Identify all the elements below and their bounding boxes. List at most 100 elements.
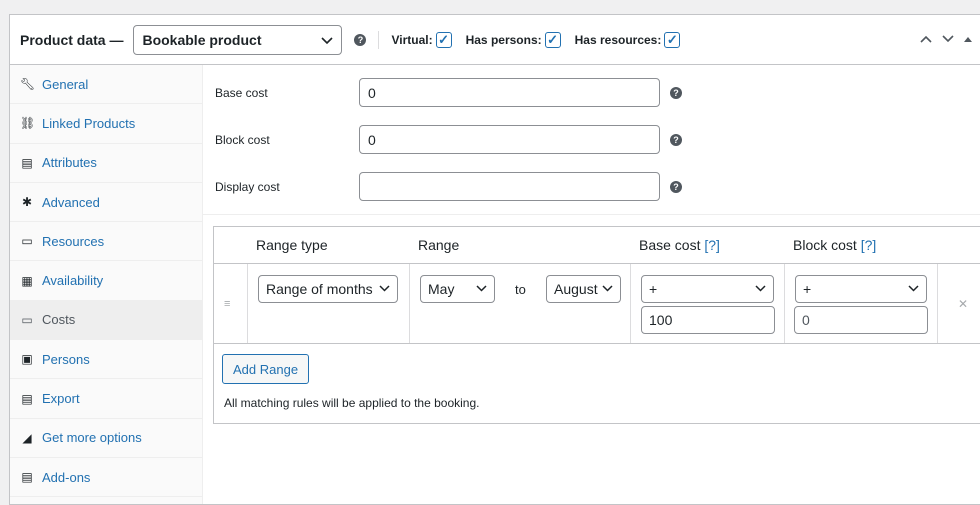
collapse-icon[interactable] (964, 32, 972, 46)
chevron-up-icon[interactable] (920, 32, 932, 46)
product-type-select[interactable]: Bookable product (133, 24, 343, 55)
table-row: ≡ Range of months May to August + 100 + … (214, 264, 980, 344)
help-icon[interactable]: ? (670, 180, 682, 193)
drag-handle-icon[interactable]: ≡ (224, 298, 230, 310)
sidebar-item-label: Attributes (42, 155, 97, 171)
product-type-value: Bookable product (142, 31, 262, 48)
list-icon: ▤ (21, 155, 33, 170)
sidebar-item-linked-products[interactable]: ⛓︎ Linked Products (10, 104, 202, 144)
has-resources-label: Has resources: (574, 32, 662, 47)
product-data-panel: Product data — Bookable product ? Virtua… (9, 14, 980, 505)
sidebar-item-costs[interactable]: ▭ Costs (10, 300, 202, 341)
virtual-option[interactable]: Virtual: ✓ (391, 31, 452, 48)
has-persons-option[interactable]: Has persons: ✓ (465, 31, 561, 48)
sidebar-item-attributes[interactable]: ▤ Attributes (10, 144, 202, 183)
table-header: Range type Range Base cost [?] Block cos… (214, 227, 980, 264)
block-cost-help-link[interactable]: [?] (861, 237, 877, 253)
chevron-down-icon (602, 284, 613, 295)
rules-note: All matching rules will be applied to th… (224, 396, 480, 410)
col-block-cost-label: Block cost (793, 237, 857, 253)
product-data-header: Product data — Bookable product ? Virtua… (10, 15, 980, 65)
chevron-down-icon[interactable] (942, 32, 954, 46)
help-icon[interactable]: ? (670, 133, 682, 146)
sidebar-item-get-more-options[interactable]: ◢ Get more options (10, 419, 202, 458)
person-icon: ▣ (21, 352, 33, 367)
monitor-icon: ▭ (21, 234, 33, 249)
virtual-label: Virtual: (391, 32, 433, 47)
help-icon[interactable]: ? (354, 33, 367, 46)
sidebar-item-label: Persons (42, 351, 90, 367)
money-icon: ▭ (21, 312, 33, 327)
divider (630, 264, 631, 343)
chevron-down-icon (379, 284, 390, 295)
chevron-down-icon (755, 284, 766, 295)
block-cost-placeholder: 0 (802, 312, 810, 328)
cost-fields: Base cost ? Block cost ? Display cost ? (203, 65, 980, 215)
panel-controls (920, 32, 972, 46)
addons-icon: ▤ (21, 470, 33, 485)
sidebar-item-label: Add-ons (42, 469, 91, 485)
col-range: Range (418, 237, 460, 253)
divider (784, 264, 785, 343)
sidebar-item-resources[interactable]: ▭ Resources (10, 222, 202, 262)
help-icon[interactable]: ? (670, 86, 682, 99)
range-from-select[interactable]: May (420, 275, 495, 303)
col-block-cost: Block cost [?] (793, 237, 876, 253)
range-from-value: May (428, 281, 455, 297)
base-cost-input[interactable] (359, 78, 660, 107)
chevron-down-icon (476, 284, 487, 295)
chevron-down-icon (321, 32, 334, 48)
sidebar-item-add-ons[interactable]: ▤ Add-ons (10, 458, 202, 498)
divider (378, 30, 380, 49)
display-cost-input[interactable] (359, 172, 660, 201)
range-type-select[interactable]: Range of months (258, 275, 398, 303)
product-data-tabs: 🔧︎ General ⛓︎ Linked Products ▤ Attribut… (10, 65, 203, 504)
block-cost-value-input[interactable]: 0 (794, 306, 928, 334)
has-persons-label: Has persons: (465, 32, 542, 47)
sidebar-item-label: General (42, 76, 89, 92)
range-to-value: August (554, 281, 598, 297)
sidebar-item-persons[interactable]: ▣ Persons (10, 340, 202, 380)
sidebar-item-label: Export (42, 391, 80, 407)
product-data-title: Product data — (20, 31, 124, 48)
sidebar-item-label: Linked Products (42, 115, 136, 131)
display-cost-label: Display cost (215, 179, 280, 194)
sidebar-item-general[interactable]: 🔧︎ General (10, 65, 202, 105)
has-persons-checkbox[interactable]: ✓ (544, 31, 561, 48)
block-cost-input[interactable] (359, 125, 660, 154)
add-range-button[interactable]: Add Range (222, 354, 310, 384)
base-cost-row: Base cost ? (203, 69, 980, 116)
divider (937, 264, 938, 343)
sidebar-item-label: Resources (42, 233, 105, 249)
sidebar-item-label: Costs (42, 312, 76, 328)
sidebar-item-advanced[interactable]: ✱ Advanced (10, 183, 202, 223)
range-to-select[interactable]: August (546, 275, 621, 303)
col-base-cost: Base cost [?] (639, 237, 720, 253)
close-icon[interactable]: ✕ (958, 297, 968, 311)
wrench-icon: 🔧︎ (20, 77, 36, 92)
divider (409, 264, 410, 343)
base-cost-modifier-select[interactable]: + (641, 275, 774, 303)
cost-ranges-table: Range type Range Base cost [?] Block cos… (213, 226, 980, 424)
base-cost-help-link[interactable]: [?] (704, 237, 720, 253)
calendar-icon: ▦ (21, 273, 33, 288)
block-cost-modifier-value: + (803, 281, 812, 297)
virtual-checkbox[interactable]: ✓ (435, 31, 452, 48)
col-range-type: Range type (256, 237, 328, 253)
sidebar-item-export[interactable]: ▤ Export (10, 379, 202, 419)
base-cost-value-input[interactable]: 100 (641, 306, 775, 334)
gear-icon: ✱ (21, 195, 33, 210)
has-resources-option[interactable]: Has resources: ✓ (574, 31, 681, 48)
sidebar-item-label: Availability (42, 273, 104, 289)
table-footer: Add Range All matching rules will be app… (214, 344, 980, 423)
sidebar-item-availability[interactable]: ▦ Availability (10, 261, 202, 301)
base-cost-label: Base cost (215, 85, 268, 100)
has-resources-checkbox[interactable]: ✓ (664, 31, 681, 48)
base-cost-modifier-value: + (649, 281, 658, 297)
sidebar-item-label: Advanced (42, 194, 100, 210)
range-type-value: Range of months (266, 281, 373, 297)
block-cost-label: Block cost (215, 132, 270, 147)
export-icon: ▤ (21, 391, 33, 406)
block-cost-modifier-select[interactable]: + (795, 275, 927, 303)
megaphone-icon: ◢ (22, 430, 32, 445)
